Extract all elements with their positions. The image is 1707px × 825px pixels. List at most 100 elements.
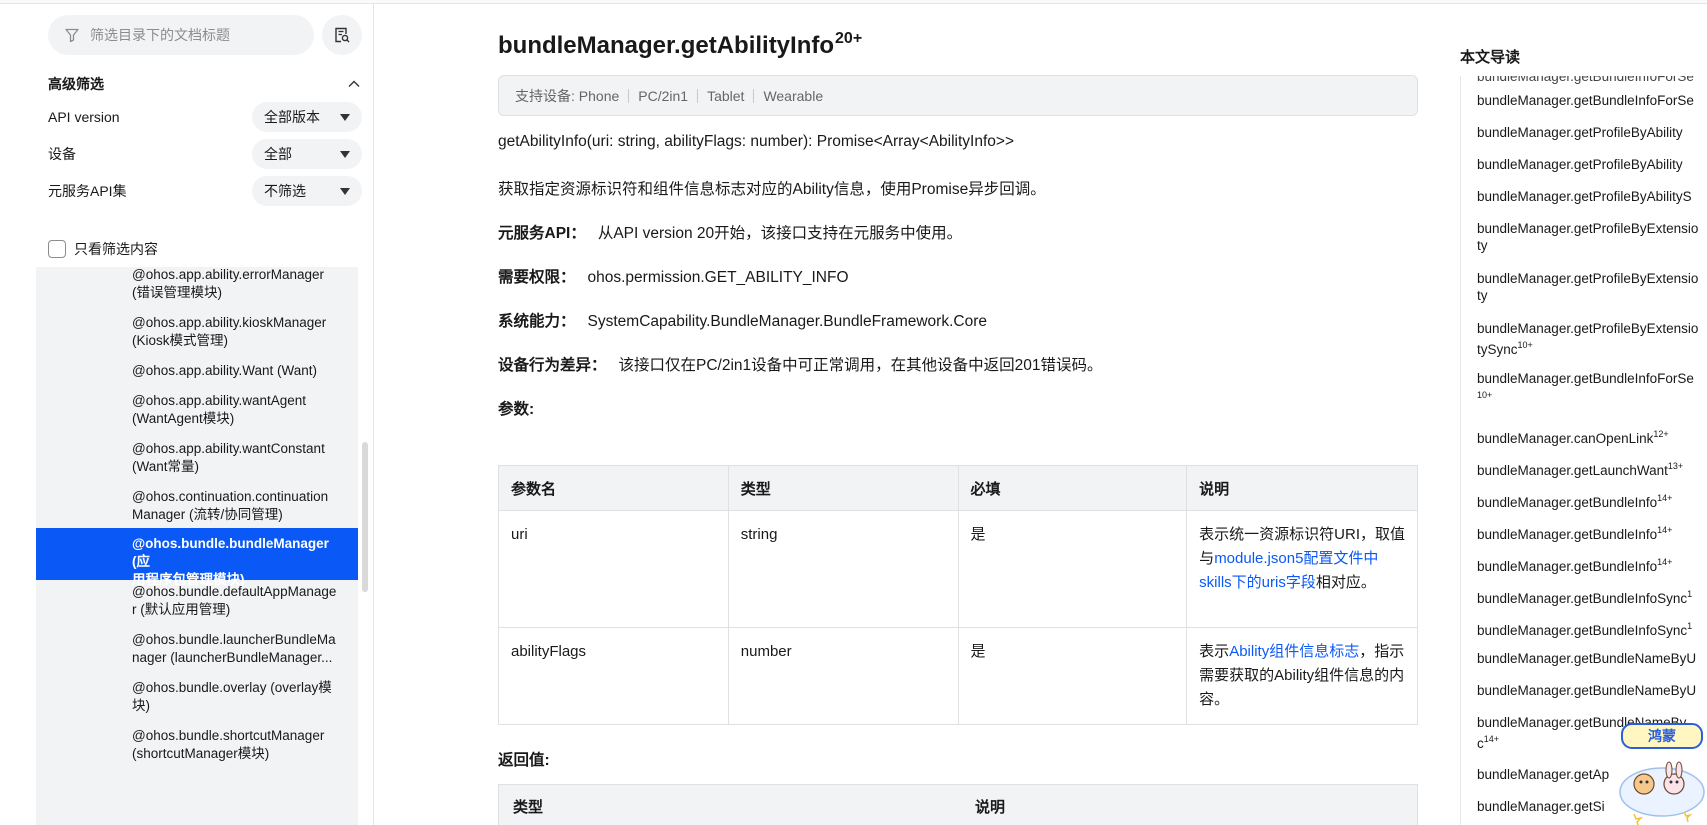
toc-item-version: 10+ xyxy=(1477,390,1493,400)
sidebar-scrollbar[interactable] xyxy=(362,442,368,592)
page-title-version: 20+ xyxy=(835,30,863,47)
tree-item-active[interactable]: @ohos.bundle.bundleManager (应 用程序包管理模块) xyxy=(36,528,358,587)
select-value: 全部版本 xyxy=(264,109,320,125)
tree-item-line: @ohos.app.ability.kioskManager xyxy=(132,315,327,330)
table-cell: 是 xyxy=(957,510,1188,628)
mascot-sticker[interactable]: 鸿蒙 xyxy=(1614,722,1707,825)
advanced-filter-header[interactable]: 高级筛选 xyxy=(48,72,362,96)
tree-item-line: @ohos.app.ability.errorManager xyxy=(132,267,325,282)
toc-item-version: 14+ xyxy=(1657,557,1673,567)
toc-item[interactable]: bundleManager.canOpenLink12+ xyxy=(1477,426,1669,447)
page-title-text: bundleManager.getAbilityInfo xyxy=(498,32,835,59)
toc-item[interactable]: bundleManager.getBundleNameByU xyxy=(1477,650,1696,667)
tree-item[interactable]: @ohos.app.ability.kioskManager (Kiosk模式管… xyxy=(36,314,358,358)
toc-item[interactable]: bundleManager.getBundleInfoForSe xyxy=(1477,92,1694,109)
doc-tree: @ohos.app.ability.errorManager (错误管理模块) … xyxy=(36,267,358,825)
table-row: abilityFlags number 是 表示Ability组件信息标志，指示… xyxy=(498,627,1418,725)
syscap-label: 系统能力： xyxy=(498,313,576,330)
toc-item-text: bundleManager.getProfileByExtensio xyxy=(1477,221,1699,236)
toc-item-text: bundleManager.getBundleInfo xyxy=(1477,559,1658,574)
table-cell-desc: 表示Ability组件信息标志，指示需要获取的Ability组件信息的内容。 xyxy=(1186,627,1418,725)
atomic-label: 元服务API： xyxy=(498,225,586,242)
tree-item[interactable]: @ohos.continuation.continuation Manager … xyxy=(36,488,358,532)
chevron-up-icon[interactable] xyxy=(346,76,362,92)
search-box[interactable] xyxy=(48,15,314,55)
toc-item-text: ty xyxy=(1477,238,1488,253)
tree-item[interactable]: @ohos.bundle.overlay (overlay模 块) xyxy=(36,679,358,723)
return-heading: 返回值: xyxy=(498,752,550,769)
toc-item[interactable]: bundleManager.getSi xyxy=(1477,798,1605,815)
toc-item-version: 12+ xyxy=(1653,429,1669,439)
only-filtered-checkbox[interactable] xyxy=(48,240,66,258)
search-input[interactable] xyxy=(90,27,290,43)
atomic-service-select[interactable]: 不筛选 xyxy=(252,176,362,206)
tree-item-line: @ohos.bundle.launcherBundleMa xyxy=(132,632,336,647)
doc-search-button[interactable] xyxy=(322,15,362,55)
triangle-down-icon xyxy=(340,187,350,195)
supported-devices-bar: 支持设备: Phone PC/2in1 Tablet Wearable xyxy=(498,75,1418,116)
toc-item[interactable]: bundleManager.getBundleInfoSync1 xyxy=(1477,586,1692,607)
toc-item[interactable]: bundleManager.getProfileByAbility xyxy=(1477,124,1683,141)
toc-item-version: 13+ xyxy=(1667,461,1684,471)
tree-item-line: Manager (流转/协同管理) xyxy=(132,507,283,522)
toc-item-text: bundleManager.canOpenLink xyxy=(1477,431,1654,446)
toc-item-version: 1 xyxy=(1687,589,1693,599)
table-cell: uri xyxy=(498,510,729,628)
toc-item[interactable]: bundleManager.getProfileByExtensio tySync… xyxy=(1477,320,1698,358)
tree-item[interactable]: @ohos.app.ability.wantAgent (WantAgent模块… xyxy=(36,392,358,436)
toc-item-version: 10+ xyxy=(1517,340,1533,350)
permission-text: ohos.permission.GET_ABILITY_INFO xyxy=(587,269,849,286)
svg-text:鸿蒙: 鸿蒙 xyxy=(1648,728,1676,745)
tree-item-line: nager (launcherBundleManager... xyxy=(132,650,333,665)
toc-title: 本文导读 xyxy=(1460,49,1521,66)
table-row: uri string 是 表示统一资源标识符URI，取值与module.json… xyxy=(498,510,1418,628)
toc-item[interactable]: bundleManager.getBundleNameByU xyxy=(1477,682,1696,699)
tree-item-line: @ohos.bundle.overlay (overlay模 xyxy=(132,680,332,695)
toc-item[interactable]: bundleManager.getProfileByAbility xyxy=(1477,156,1683,173)
tree-item-line: 块) xyxy=(132,698,150,713)
toc-item-text: bundleManager.getProfileByAbilityS xyxy=(1477,189,1692,204)
table-cell: number xyxy=(727,627,959,725)
atomic-service-note: 元服务API： 从API version 20开始，该接口支持在元服务中使用。 xyxy=(498,221,962,243)
filter-api-version: API version 全部版本 xyxy=(48,102,362,132)
toc-item-partial[interactable]: bundleManager.getBundleInfoForSe xyxy=(1477,76,1694,85)
tree-item[interactable]: @ohos.bundle.launcherBundleMa nager (lau… xyxy=(36,631,358,675)
ability-flag-link[interactable]: Ability组件信息标志 xyxy=(1229,643,1359,660)
filter-label: 元服务API集 xyxy=(48,183,127,199)
table-header: 类型 xyxy=(727,465,959,511)
tree-item-line: (错误管理模块) xyxy=(132,285,222,300)
device-item: PC/2in1 xyxy=(638,87,689,104)
funnel-icon xyxy=(65,28,79,43)
desc-text: 表示 xyxy=(1199,643,1230,660)
toc-item[interactable]: bundleManager.getLaunchWant13+ xyxy=(1477,458,1683,479)
api-version-select[interactable]: 全部版本 xyxy=(252,102,362,132)
toc-item-text: bundleManager.getAp xyxy=(1477,767,1610,782)
tree-item[interactable]: @ohos.bundle.shortcutManager (shortcutMa… xyxy=(36,727,358,771)
table-header: 参数名 xyxy=(498,465,729,511)
tree-item[interactable]: @ohos.bundle.defaultAppManage r (默认应用管理) xyxy=(36,583,358,627)
toc-item[interactable]: bundleManager.getProfileByExtensio ty xyxy=(1477,220,1698,254)
sidebar: 高级筛选 API version 全部版本 设备 全部 元服务API集 不筛选 … xyxy=(36,4,374,825)
toc-item[interactable]: bundleManager.getAp xyxy=(1477,766,1609,783)
toc-item[interactable]: bundleManager.getBundleInfo14+ xyxy=(1477,490,1672,511)
toc-item[interactable]: bundleManager.getProfileByAbilityS xyxy=(1477,188,1692,205)
table-header-row: 参数名 类型 必填 说明 xyxy=(498,465,1418,511)
select-value: 全部 xyxy=(264,146,292,162)
device-label: 支持设备: Phone xyxy=(515,87,620,104)
tree-item[interactable]: @ohos.app.ability.Want (Want) xyxy=(36,362,358,384)
toc-item[interactable]: bundleManager.getBundleInfo14+ xyxy=(1477,522,1672,543)
toc-item-text: bundleManager.getSi xyxy=(1477,799,1605,814)
tree-item-line: @ohos.app.ability.Want (Want) xyxy=(132,363,318,378)
toc-item[interactable]: bundleManager.getBundleInfoSync1 xyxy=(1477,618,1692,639)
tree-item[interactable]: @ohos.app.ability.wantConstant (Want常量) xyxy=(36,440,358,484)
device-select[interactable]: 全部 xyxy=(252,139,362,169)
toc-item[interactable]: bundleManager.getBundleInfoForSe 10+ xyxy=(1477,370,1694,408)
toc-item-text: bundleManager.getBundleInfoForSe xyxy=(1477,93,1694,108)
toc-item-version: 14+ xyxy=(1483,734,1500,744)
toc-item[interactable]: bundleManager.getProfileByExtensio ty xyxy=(1477,270,1698,304)
tree-item[interactable]: @ohos.app.ability.errorManager (错误管理模块) xyxy=(36,267,358,310)
toc-item-text: bundleManager.getBundleInfoSync xyxy=(1477,623,1688,638)
syscap-note: 系统能力： SystemCapability.BundleManager.Bund… xyxy=(498,309,987,331)
toc-item[interactable]: bundleManager.getBundleInfo14+ xyxy=(1477,554,1672,575)
params-heading: 参数: xyxy=(498,397,546,419)
